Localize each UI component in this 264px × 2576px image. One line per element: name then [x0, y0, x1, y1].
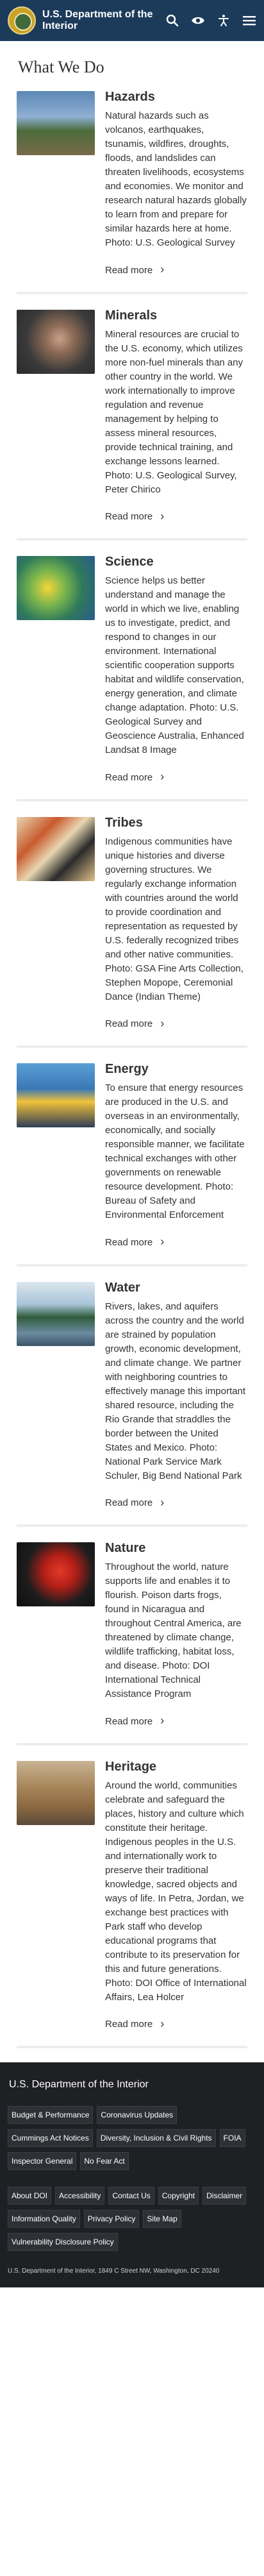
card-description: Around the world, communities celebrate …	[105, 1780, 247, 2003]
energy-image[interactable]	[17, 1063, 95, 1127]
footer-link-site-map[interactable]: Site Map	[143, 2210, 181, 2228]
footer-link-accessibility[interactable]: Accessibility	[55, 2187, 105, 2205]
card-title[interactable]: Heritage	[105, 1760, 247, 1774]
read-more-label: Read more	[105, 771, 153, 783]
footer-link-privacy-policy[interactable]: Privacy Policy	[83, 2210, 140, 2228]
read-more-label: Read more	[105, 1236, 153, 1248]
footer-link-about[interactable]: About DOI	[8, 2187, 52, 2205]
read-more-label: Read more	[105, 511, 153, 522]
tribes-image[interactable]	[17, 816, 95, 881]
hazards-image[interactable]	[17, 91, 95, 155]
footer-link-foia[interactable]: FOIA	[219, 2129, 245, 2147]
read-more-link[interactable]: Read more ›	[105, 771, 164, 783]
card-nature: Nature Throughout the world, nature supp…	[17, 1541, 247, 1746]
card-description: Indigenous communities have unique histo…	[105, 836, 243, 1002]
footer-link-copyright[interactable]: Copyright	[158, 2187, 199, 2205]
main-content: What We Do Hazards Natural hazards such …	[0, 41, 264, 2048]
chevron-right-icon: ›	[160, 509, 165, 523]
card-science: Science Science helps us better understa…	[17, 555, 247, 802]
card-description: Rivers, lakes, and aquifers across the c…	[105, 1301, 246, 1481]
footer-title: U.S. Department of the Interior	[9, 2079, 149, 2090]
footer-address: U.S. Department of the Interior, 1849 C …	[8, 2268, 220, 2275]
card-description: Mineral resources are crucial to the U.S…	[105, 328, 243, 495]
doi-seal-logo[interactable]	[8, 6, 36, 35]
science-image[interactable]	[17, 556, 95, 620]
read-more-link[interactable]: Read more ›	[105, 2017, 165, 2030]
accessibility-icon[interactable]	[217, 13, 231, 28]
site-title[interactable]: U.S. Department of the Interior	[42, 9, 165, 32]
read-more-label: Read more	[105, 1018, 153, 1029]
minerals-image[interactable]	[17, 309, 95, 374]
header-icons	[165, 13, 256, 28]
footer-links-primary: Budget & Performance Coronavirus Updates…	[8, 2106, 256, 2170]
chevron-right-icon: ›	[160, 2017, 165, 2030]
card-title[interactable]: Minerals	[105, 308, 247, 323]
card-energy: Energy To ensure that energy resources a…	[17, 1062, 247, 1267]
footer-link-cummings-act[interactable]: Cummings Act Notices	[8, 2129, 93, 2147]
card-heritage: Heritage Around the world, communities c…	[17, 1760, 247, 2048]
card-title[interactable]: Tribes	[105, 816, 247, 830]
read-more-link[interactable]: Read more ›	[105, 264, 164, 276]
card-description: Throughout the world, nature supports li…	[105, 1562, 242, 1699]
card-title[interactable]: Energy	[105, 1062, 247, 1076]
footer-link-information-quality[interactable]: Information Quality	[8, 2210, 80, 2228]
footer-link-contact[interactable]: Contact Us	[108, 2187, 154, 2205]
card-hazards: Hazards Natural hazards such as volcanos…	[17, 90, 247, 294]
card-description: To ensure that energy resources are prod…	[105, 1082, 245, 1220]
read-more-label: Read more	[105, 2019, 153, 2030]
card-title[interactable]: Nature	[105, 1541, 247, 1555]
card-description: Natural hazards such as volcanos, earthq…	[105, 110, 247, 248]
search-icon[interactable]	[165, 13, 179, 28]
footer-links-secondary: About DOI Accessibility Contact Us Copyr…	[8, 2187, 256, 2251]
card-title[interactable]: Science	[105, 555, 247, 569]
card-tribes: Tribes Indigenous communities have uniqu…	[17, 816, 247, 1048]
nature-image[interactable]	[17, 1542, 95, 1606]
footer-link-disclaimer[interactable]: Disclaimer	[202, 2187, 247, 2205]
footer-link-coronavirus[interactable]: Coronavirus Updates	[97, 2106, 177, 2124]
page-title: What We Do	[18, 58, 104, 76]
read-more-link[interactable]: Read more ›	[105, 509, 165, 523]
chevron-right-icon: ›	[160, 1235, 165, 1248]
eye-icon[interactable]	[191, 13, 205, 28]
menu-icon[interactable]	[242, 13, 256, 28]
read-more-link[interactable]: Read more ›	[105, 1715, 164, 1727]
card-water: Water Rivers, lakes, and aquifers across…	[17, 1281, 247, 1527]
chevron-right-icon: ›	[160, 1016, 165, 1030]
card-list: Hazards Natural hazards such as volcanos…	[0, 90, 264, 2048]
footer-link-no-fear-act[interactable]: No Fear Act	[80, 2152, 129, 2170]
footer-link-inspector-general[interactable]: Inspector General	[8, 2152, 77, 2170]
card-title[interactable]: Hazards	[105, 90, 247, 104]
read-more-link[interactable]: Read more ›	[105, 1497, 164, 1509]
site-footer: U.S. Department of the Interior Budget &…	[0, 2062, 264, 2287]
read-more-label: Read more	[105, 264, 153, 276]
footer-link-diversity[interactable]: Diversity, Inclusion & Civil Rights	[96, 2129, 216, 2147]
water-image[interactable]	[17, 1281, 95, 1346]
chevron-right-icon: ›	[160, 770, 165, 783]
read-more-link[interactable]: Read more ›	[105, 1018, 164, 1030]
chevron-right-icon: ›	[160, 263, 165, 276]
card-title[interactable]: Water	[105, 1281, 247, 1295]
site-header: U.S. Department of the Interior	[0, 0, 264, 41]
card-minerals: Minerals Mineral resources are crucial t…	[17, 308, 247, 541]
card-description: Science helps us better understand and m…	[105, 575, 244, 755]
heritage-image[interactable]	[17, 1760, 95, 1825]
chevron-right-icon: ›	[160, 1714, 165, 1727]
footer-link-budget[interactable]: Budget & Performance	[8, 2106, 94, 2124]
read-more-label: Read more	[105, 1715, 153, 1727]
read-more-label: Read more	[105, 1497, 153, 1508]
footer-link-vulnerability-disclosure[interactable]: Vulnerability Disclosure Policy	[8, 2233, 118, 2251]
read-more-link[interactable]: Read more ›	[105, 1236, 164, 1248]
chevron-right-icon: ›	[160, 1495, 165, 1509]
